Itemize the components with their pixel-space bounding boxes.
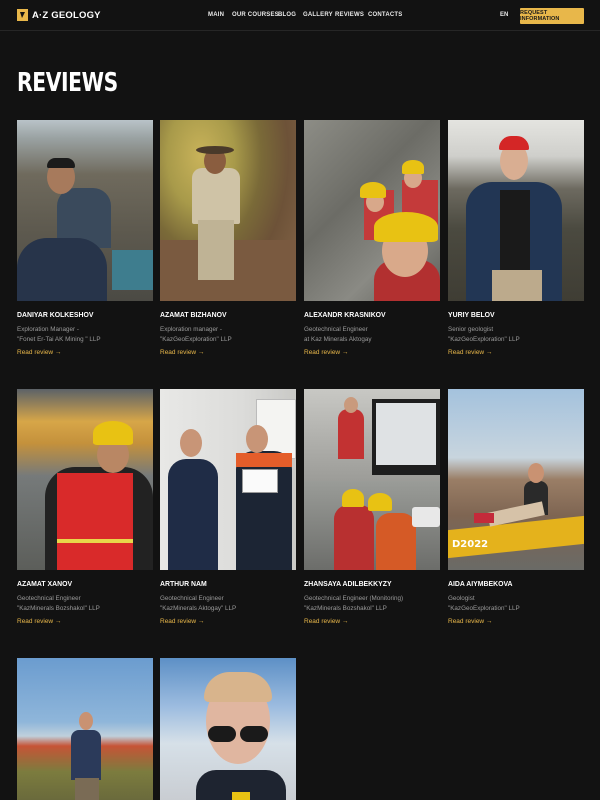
reviewer-role: Geotechnical Engineer "KazMinerals Bozsh… (17, 595, 100, 612)
request-information-button[interactable]: REQUEST INFORMATION (520, 8, 584, 24)
reviewer-photo (17, 120, 153, 301)
site-header: A·Z GEOLOGY MAIN OUR COURSES BLOG GALLER… (0, 0, 600, 31)
review-card: AZAMAT XANOV Geotechnical Engineer "KazM… (17, 389, 153, 625)
read-review-link[interactable]: Read review → (304, 349, 348, 356)
reviewer-role: Geologist "KazGeoExploration" LLP (448, 595, 520, 612)
read-review-link[interactable]: Read review → (160, 349, 204, 356)
reviewer-role: Geotechnical Engineer (Monitoring) "KazM… (304, 595, 404, 612)
reviewer-photo (160, 389, 296, 570)
nav-item-contacts[interactable]: CONTACTS (368, 12, 403, 18)
read-review-link[interactable]: Read review → (17, 618, 61, 625)
main-nav: MAIN OUR COURSES BLOG GALLERY REVIEWS CO… (0, 12, 600, 22)
reviewer-photo (17, 658, 153, 800)
reviewer-photo (160, 658, 296, 800)
language-switcher[interactable]: EN (500, 12, 508, 18)
nav-item-main[interactable]: MAIN (208, 12, 224, 18)
page-title: REVIEWS (17, 68, 118, 98)
reviewer-photo (160, 120, 296, 301)
read-review-link[interactable]: Read review → (304, 618, 348, 625)
review-card (17, 658, 153, 800)
review-card: ALEXANDR KRASNIKOV Geotechnical Engineer… (304, 120, 440, 356)
reviewer-photo (448, 120, 584, 301)
review-card: AZAMAT BIZHANOV Exploration manager - "K… (160, 120, 296, 356)
read-review-link[interactable]: Read review → (17, 349, 61, 356)
read-review-link[interactable]: Read review → (160, 618, 204, 625)
reviewer-photo (304, 389, 440, 570)
reviewer-role: Exploration Manager - "Fonet Er-Tai AK M… (17, 326, 101, 343)
reviewer-name: AZAMAT XANOV (17, 579, 73, 588)
reviewer-name: YURIY BELOV (448, 310, 495, 319)
nav-item-reviews[interactable]: REVIEWS (335, 12, 364, 18)
reviewer-name: AZAMAT BIZHANOV (160, 310, 227, 319)
reviewer-photo (304, 120, 440, 301)
read-review-link[interactable]: Read review → (448, 618, 492, 625)
reviewer-name: ARTHUR NAM (160, 579, 207, 588)
reviewer-photo: D2022 (448, 389, 584, 570)
read-review-link[interactable]: Read review → (448, 349, 492, 356)
reviewer-role: Exploration manager - "KazGeoExploration… (160, 326, 232, 343)
review-card: ZHANSAYA ADILBEKKYZY Geotechnical Engine… (304, 389, 440, 625)
review-card: DANIYAR KOLKESHOV Exploration Manager - … (17, 120, 153, 356)
reviewer-name: ZHANSAYA ADILBEKKYZY (304, 579, 392, 588)
reviewer-role: Geotechnical Engineer "KazMinerals Aktog… (160, 595, 237, 612)
reviewer-name: AIDA AIYMBEKOVA (448, 579, 513, 588)
review-card: YURIY BELOV Senior geologist "KazGeoExpl… (448, 120, 584, 356)
reviewer-photo (17, 389, 153, 570)
review-card (160, 658, 296, 800)
nav-item-courses[interactable]: OUR COURSES (232, 12, 279, 18)
nav-item-gallery[interactable]: GALLERY (303, 12, 333, 18)
reviewer-role: Geotechnical Engineer at Kaz Minerals Ak… (304, 326, 372, 343)
banner-text: D2022 (452, 539, 489, 550)
reviewer-name: DANIYAR KOLKESHOV (17, 310, 94, 319)
review-card: D2022 AIDA AIYMBEKOVA Geologist "KazGeoE… (448, 389, 584, 625)
nav-item-blog[interactable]: BLOG (278, 12, 296, 18)
review-card: ARTHUR NAM Geotechnical Engineer "KazMin… (160, 389, 296, 625)
reviewer-name: ALEXANDR KRASNIKOV (304, 310, 386, 319)
reviewer-role: Senior geologist "KazGeoExploration" LLP (448, 326, 520, 343)
